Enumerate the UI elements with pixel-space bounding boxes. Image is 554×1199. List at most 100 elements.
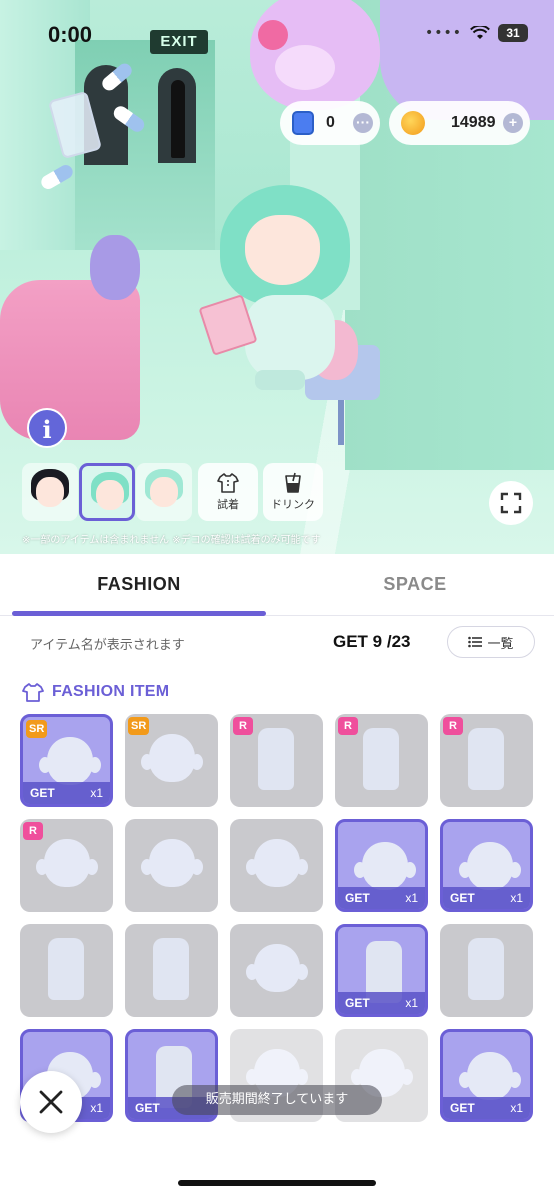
- shirt-icon: [217, 473, 239, 493]
- item-count: x1: [405, 996, 418, 1010]
- coin-count: 14989: [451, 114, 496, 131]
- add-coins-button[interactable]: +: [503, 113, 523, 133]
- item-cell[interactable]: [125, 924, 218, 1017]
- get-label: GET: [450, 891, 475, 905]
- get-count: GET 9 /23: [333, 632, 411, 651]
- ticket-icon: [292, 111, 314, 135]
- item-cell[interactable]: SR: [125, 714, 218, 807]
- toast-message: 販売期間終了しています: [172, 1085, 382, 1115]
- exit-sign: EXIT: [150, 30, 208, 54]
- tab-space[interactable]: SPACE: [288, 574, 542, 595]
- item-cell[interactable]: GET x1: [440, 819, 533, 912]
- item-thumbnail-outfit: [258, 728, 294, 790]
- item-count: x1: [510, 1101, 523, 1115]
- rarity-badge: R: [338, 717, 358, 735]
- try-on-button[interactable]: 試着: [198, 463, 258, 521]
- close-button[interactable]: [20, 1071, 82, 1133]
- info-button[interactable]: i: [27, 408, 67, 448]
- item-cell[interactable]: R: [335, 714, 428, 807]
- item-count: x1: [510, 891, 523, 905]
- rarity-badge: R: [233, 717, 253, 735]
- owned-bar: GET x1: [338, 992, 425, 1014]
- item-thumbnail-head-shape: [467, 1052, 513, 1100]
- item-cell[interactable]: GET x1: [440, 1029, 533, 1122]
- thumb-face: [96, 480, 124, 510]
- rarity-badge: R: [23, 822, 43, 840]
- character-thumb-3[interactable]: [136, 463, 192, 521]
- item-cell[interactable]: GET x1: [335, 924, 428, 1017]
- item-cell[interactable]: [125, 819, 218, 912]
- thumb-face: [150, 477, 178, 507]
- item-cell[interactable]: GET x1: [335, 819, 428, 912]
- character-thumb-2-selected[interactable]: [79, 463, 135, 521]
- scene-note: ※一部のアイテムは含まれません ※デコの確認は試着のみ可能です: [22, 535, 321, 546]
- fullscreen-button[interactable]: [489, 481, 533, 525]
- rarity-badge: SR: [128, 717, 150, 735]
- status-time: 0:00: [48, 22, 93, 47]
- item-cell[interactable]: [230, 924, 323, 1017]
- item-thumbnail-head-shape: [149, 839, 195, 887]
- item-thumbnail-outfit: [48, 938, 84, 1000]
- try-on-label: 試着: [217, 498, 239, 511]
- item-cell[interactable]: R: [440, 714, 533, 807]
- item-count: x1: [90, 1101, 103, 1115]
- scene-cat-plush: [90, 235, 140, 300]
- avatar-face: [245, 215, 320, 285]
- item-thumbnail-outfit: [468, 728, 504, 790]
- wifi-icon: [470, 26, 490, 39]
- get-label: GET: [450, 1101, 475, 1115]
- list-view-label: 一覧: [487, 636, 514, 652]
- get-label: GET: [135, 1101, 160, 1115]
- fashion-item-grid: SR GET x1 SR R R R R GET x1 GET x1 GET x1 x1 GET GET x1: [20, 714, 534, 1199]
- item-thumbnail-head-shape: [467, 842, 513, 890]
- item-count: x1: [90, 786, 103, 800]
- item-cell[interactable]: R: [20, 819, 113, 912]
- ticket-counter: 0 ···: [280, 101, 380, 145]
- fullscreen-icon: [500, 492, 522, 514]
- active-tab-indicator: [12, 611, 266, 616]
- item-cell[interactable]: [20, 924, 113, 1017]
- owned-bar: GET x1: [338, 887, 425, 909]
- scene-shadow-figure: [171, 80, 185, 158]
- drink-label: ドリンク: [271, 498, 315, 511]
- ticket-more-button[interactable]: ···: [353, 113, 373, 133]
- get-label: GET: [345, 996, 370, 1010]
- rarity-badge: R: [443, 717, 463, 735]
- item-thumbnail-head-shape: [254, 839, 300, 887]
- item-thumbnail-head-shape: [254, 944, 300, 992]
- item-cell[interactable]: [230, 819, 323, 912]
- fashion-shirt-icon: [22, 683, 44, 702]
- owned-bar: GET x1: [23, 782, 110, 804]
- list-icon: [468, 636, 483, 648]
- status-icons: •••• 31: [425, 24, 528, 42]
- get-label: GET: [345, 891, 370, 905]
- ticket-count: 0: [326, 114, 335, 131]
- avatar-outfit: [245, 295, 335, 380]
- scene-bear-snout: [275, 45, 335, 90]
- owned-bar: GET x1: [443, 1097, 530, 1119]
- drink-button[interactable]: ドリンク: [263, 463, 323, 521]
- section-header: FASHION ITEM: [22, 682, 169, 702]
- close-icon: [39, 1090, 63, 1114]
- item-thumbnail-outfit: [468, 938, 504, 1000]
- home-indicator: [178, 1180, 376, 1186]
- scene-pink-cushion: [0, 280, 140, 440]
- item-cell[interactable]: R: [230, 714, 323, 807]
- item-thumbnail-outfit: [153, 938, 189, 1000]
- character-thumb-1[interactable]: [22, 463, 78, 521]
- coin-icon: [401, 111, 425, 135]
- tab-fashion[interactable]: FASHION: [12, 574, 266, 595]
- item-cell[interactable]: SR GET x1: [20, 714, 113, 807]
- get-label: GET: [30, 786, 55, 800]
- item-count: x1: [405, 891, 418, 905]
- battery-icon: 31: [498, 24, 528, 42]
- list-view-button[interactable]: 一覧: [447, 626, 535, 658]
- section-title: FASHION ITEM: [52, 683, 170, 700]
- drink-icon: [285, 472, 301, 493]
- tab-bar: FASHION SPACE: [0, 554, 554, 616]
- scene-bear-ear: [258, 20, 288, 50]
- dressing-room-scene: EXIT 0:00 •••• 31 0 ··· 14989 + i 試着 ドリン…: [0, 0, 554, 554]
- item-thumbnail-head-shape: [47, 737, 93, 785]
- signal-icon: ••••: [424, 25, 462, 41]
- item-cell[interactable]: [440, 924, 533, 1017]
